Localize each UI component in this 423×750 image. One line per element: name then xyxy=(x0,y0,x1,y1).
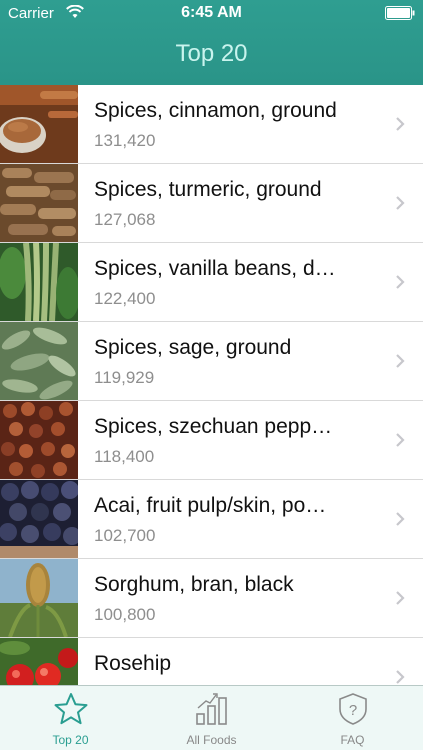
chevron-right-icon xyxy=(396,275,405,289)
list-item[interactable]: Sorghum, bran, black 100,800 xyxy=(0,559,423,638)
tab-all-foods[interactable]: All Foods xyxy=(141,686,282,750)
sage-thumbnail xyxy=(0,322,78,400)
chevron-right-icon xyxy=(396,512,405,526)
food-value: 131,420 xyxy=(94,131,156,150)
battery-icon xyxy=(385,6,415,20)
food-name: Spices, sage, ground xyxy=(94,336,292,359)
food-name: Spices, vanilla beans, d… xyxy=(94,257,336,280)
food-name: Spices, szechuan pepp… xyxy=(94,415,333,438)
food-value: 102,700 xyxy=(94,526,156,545)
food-value: 100,800 xyxy=(94,605,156,624)
chevron-right-icon xyxy=(396,670,405,684)
list-item[interactable]: Spices, sage, ground 119,929 xyxy=(0,322,423,401)
tab-label: All Foods xyxy=(186,733,237,747)
food-name: Spices, turmeric, ground xyxy=(94,178,322,201)
tab-faq[interactable]: ? FAQ xyxy=(282,686,423,750)
food-value: 119,929 xyxy=(94,368,155,387)
food-name: Rosehip xyxy=(94,652,172,675)
food-name: Sorghum, bran, black xyxy=(94,573,294,596)
food-value: 118,400 xyxy=(94,447,155,466)
chevron-right-icon xyxy=(396,591,405,605)
szechuan-pepper-thumbnail xyxy=(0,401,78,479)
food-name: Spices, cinnamon, ground xyxy=(94,99,337,122)
status-bar: Carrier 6:45 AM xyxy=(0,0,423,28)
list-item[interactable]: Spices, cinnamon, ground 131,420 xyxy=(0,85,423,164)
list-item[interactable]: Spices, szechuan pepp… 118,400 xyxy=(0,401,423,480)
food-list[interactable]: Spices, cinnamon, ground 131,420 Spices,… xyxy=(0,85,423,685)
food-value: 127,068 xyxy=(94,210,156,229)
bar-chart-icon xyxy=(195,693,227,725)
star-icon xyxy=(54,693,87,725)
list-item[interactable]: Acai, fruit pulp/skin, po… 102,700 xyxy=(0,480,423,559)
list-item[interactable]: Rosehip xyxy=(0,638,423,685)
tab-label: FAQ xyxy=(340,733,365,747)
page-title: Top 20 xyxy=(175,40,248,67)
chevron-right-icon xyxy=(396,433,405,447)
food-value: 122,400 xyxy=(94,289,156,308)
turmeric-thumbnail xyxy=(0,164,78,242)
svg-text:?: ? xyxy=(348,702,356,719)
shield-question-icon: ? xyxy=(338,693,367,725)
status-time: 6:45 AM xyxy=(181,4,242,21)
navigation-header: Carrier 6:45 AM Top 20 xyxy=(0,0,423,85)
vanilla-thumbnail xyxy=(0,243,78,321)
list-item[interactable]: Spices, turmeric, ground 127,068 xyxy=(0,164,423,243)
acai-thumbnail xyxy=(0,480,78,558)
tab-top-20[interactable]: Top 20 xyxy=(0,686,141,750)
chevron-right-icon xyxy=(396,354,405,368)
food-name: Acai, fruit pulp/skin, po… xyxy=(94,494,327,517)
list-item[interactable]: Spices, vanilla beans, d… 122,400 xyxy=(0,243,423,322)
tab-bar: Top 20 All Foods ? FAQ xyxy=(0,685,423,750)
rosehip-thumbnail xyxy=(0,638,78,685)
chevron-right-icon xyxy=(396,117,405,131)
tab-label: Top 20 xyxy=(52,733,89,747)
cinnamon-thumbnail xyxy=(0,85,78,163)
chevron-right-icon xyxy=(396,196,405,210)
sorghum-thumbnail xyxy=(0,559,78,637)
